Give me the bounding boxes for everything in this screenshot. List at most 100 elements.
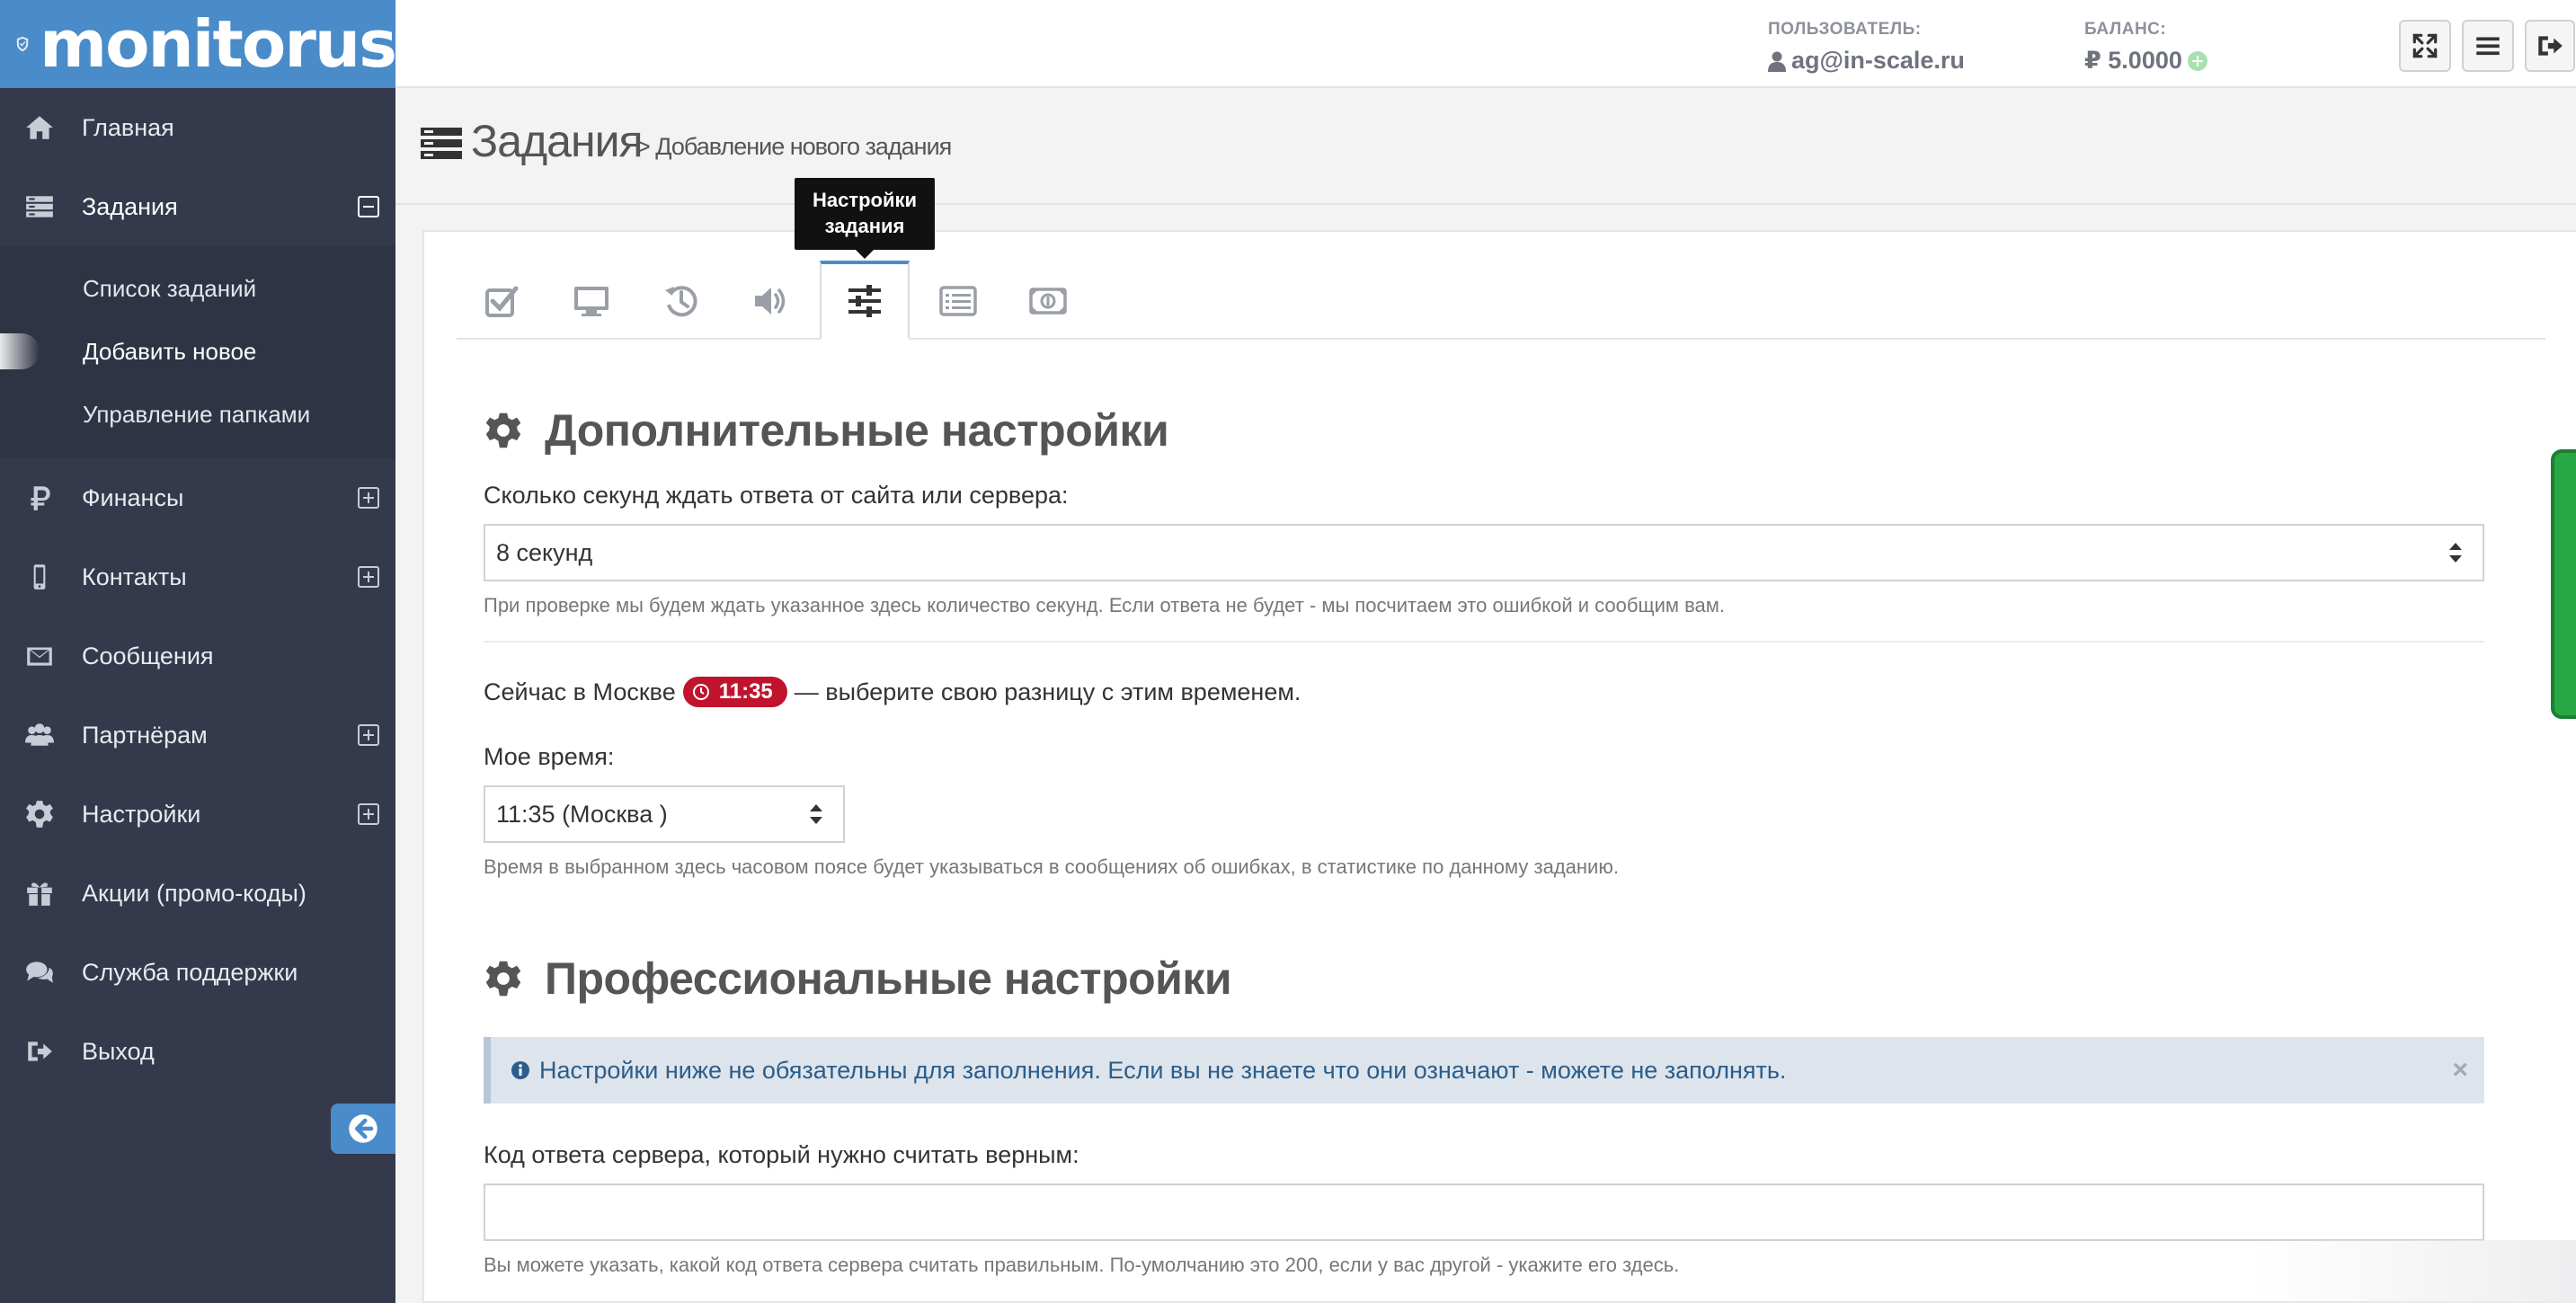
my-time-value: 11:35 (Москва ) — [496, 800, 668, 828]
tab-checks[interactable] — [457, 262, 546, 340]
user-label: ПОЛЬЗОВАТЕЛЬ: — [1768, 20, 1922, 39]
collapse-icon[interactable] — [358, 196, 379, 217]
sidebar-item-messages[interactable]: Сообщения — [0, 616, 395, 696]
tasks-submenu: Список заданий Добавить новое Управление… — [0, 246, 395, 458]
user-email[interactable]: ag@in-scale.ru — [1768, 47, 1965, 75]
tab-task-settings[interactable] — [820, 261, 910, 340]
sidebar-item-promo[interactable]: Акции (промо-коды) — [0, 854, 395, 933]
sidebar-item-label: Выход — [82, 1037, 155, 1065]
expand-icon[interactable] — [358, 566, 379, 588]
tab-log[interactable] — [913, 262, 1003, 340]
moscow-time: 11:35 — [718, 679, 773, 704]
tab-billing[interactable] — [1003, 262, 1093, 340]
logout-button[interactable] — [2525, 20, 2575, 72]
hamburger-icon — [2476, 37, 2500, 56]
expand-arrows-icon — [2412, 33, 2438, 58]
tab-monitor[interactable] — [546, 262, 636, 340]
response-code-help: Вы можете указать, какой код ответа серв… — [484, 1254, 1680, 1276]
sidebar-item-label: Партнёрам — [82, 721, 208, 749]
shield-logo-icon — [16, 36, 29, 52]
envelope-icon — [20, 636, 59, 676]
sidebar-item-partners[interactable]: Партнёрам — [0, 696, 395, 775]
page-title: Задания — [471, 116, 644, 166]
collapse-sidebar-button[interactable] — [331, 1104, 395, 1154]
submenu-item-task-list[interactable]: Список заданий — [0, 257, 395, 320]
add-funds-icon[interactable] — [2187, 50, 2207, 71]
comments-icon — [20, 953, 59, 992]
sidebar-item-finance[interactable]: Финансы — [0, 458, 395, 537]
moscow-suffix: — выберите свою разницу с этим временем. — [794, 678, 1301, 705]
user-block: ПОЛЬЗОВАТЕЛЬ: ag@in-scale.ru — [1768, 20, 1965, 75]
tooltip-line: задания — [824, 215, 905, 237]
fullscreen-button[interactable] — [2399, 20, 2451, 72]
home-icon — [20, 108, 59, 147]
sidebar-item-label: Служба поддержки — [82, 958, 298, 986]
section-title-text: Дополнительные настройки — [545, 405, 1169, 456]
sidebar-item-label: Сообщения — [82, 642, 214, 669]
sidebar-item-settings[interactable]: Настройки — [0, 775, 395, 854]
logo[interactable]: monitorus — [0, 0, 397, 88]
response-code-label: Код ответа сервера, который нужно считат… — [484, 1141, 1079, 1168]
page-header: Задания > Добавление нового задания — [395, 90, 2576, 205]
response-code-input[interactable] — [484, 1183, 2484, 1241]
sliders-icon — [848, 285, 881, 317]
volume-icon — [755, 288, 786, 315]
divider — [484, 641, 2484, 643]
timeout-help: При проверке мы будем ждать указанное зд… — [484, 594, 1726, 616]
bottom-shadow — [2247, 1240, 2576, 1303]
section-title-additional: Дополнительные настройки — [484, 399, 2484, 462]
sidebar-item-label: Главная — [82, 113, 174, 141]
timeout-select[interactable]: 8 секунд — [484, 524, 2484, 581]
tasks-icon — [20, 187, 59, 226]
timeout-label: Сколько секунд ждать ответа от сайта или… — [484, 482, 1069, 509]
close-icon[interactable]: × — [2452, 1057, 2468, 1084]
tooltip-line: Настройки — [812, 189, 918, 211]
expand-icon[interactable] — [358, 487, 379, 509]
moscow-prefix: Сейчас в Москве — [484, 678, 676, 705]
list-icon — [939, 286, 977, 316]
moscow-time-badge: 11:35 — [682, 677, 787, 707]
sidebar-item-support[interactable]: Служба поддержки — [0, 933, 395, 1012]
phone-icon — [20, 557, 59, 597]
topbar: ПОЛЬЗОВАТЕЛЬ: ag@in-scale.ru БАЛАНС: ₽ 5… — [395, 0, 2576, 88]
gear-icon — [485, 961, 521, 997]
gear-icon — [20, 794, 59, 834]
expand-icon[interactable] — [358, 724, 379, 746]
expand-icon[interactable] — [358, 803, 379, 825]
brand-name: monitorus — [40, 6, 397, 82]
balance-block: БАЛАНС: ₽ 5.0000 — [2084, 20, 2207, 75]
tab-tooltip: Настройки задания — [795, 178, 935, 259]
history-icon — [665, 286, 697, 317]
user-icon — [1768, 51, 1786, 72]
balance-value: ₽ 5.0000 — [2084, 47, 2207, 75]
info-icon — [511, 1061, 529, 1079]
submenu-item-folders[interactable]: Управление папками — [0, 383, 395, 446]
alert-text: Настройки ниже не обязательны для заполн… — [539, 1056, 1787, 1084]
sidebar-item-home[interactable]: Главная — [0, 88, 395, 167]
balance-amount: ₽ 5.0000 — [2084, 47, 2182, 74]
arrow-circle-left-icon — [349, 1114, 378, 1143]
select-arrows-icon — [2449, 543, 2462, 563]
side-feedback-tab[interactable] — [2551, 449, 2576, 719]
sidebar-item-label: Контакты — [82, 563, 187, 590]
menu-button[interactable] — [2462, 20, 2514, 72]
balance-label: БАЛАНС: — [2084, 20, 2167, 39]
sidebar-item-label: Финансы — [82, 483, 184, 511]
money-icon — [1029, 288, 1067, 315]
settings-tabs — [457, 261, 2545, 340]
sidebar-item-logout[interactable]: Выход — [0, 1012, 395, 1091]
sign-out-icon — [2538, 36, 2563, 56]
sidebar-item-label: Акции (промо-коды) — [82, 879, 306, 907]
tab-sound[interactable] — [726, 262, 816, 340]
my-time-select[interactable]: 11:35 (Москва ) — [484, 785, 845, 843]
sidebar-item-contacts[interactable]: Контакты — [0, 537, 395, 616]
sidebar: monitorus Главная Задания Список заданий… — [0, 0, 397, 1303]
section-title-text: Профессиональные настройки — [545, 953, 1232, 1004]
sidebar-item-tasks[interactable]: Задания — [0, 167, 395, 246]
sidebar-item-label: Задания — [82, 192, 178, 220]
sidebar-item-label: Настройки — [82, 800, 201, 828]
submenu-item-add-new[interactable]: Добавить новое — [0, 320, 395, 383]
tab-history[interactable] — [636, 262, 726, 340]
users-icon — [20, 715, 59, 755]
select-arrows-icon — [810, 804, 822, 824]
